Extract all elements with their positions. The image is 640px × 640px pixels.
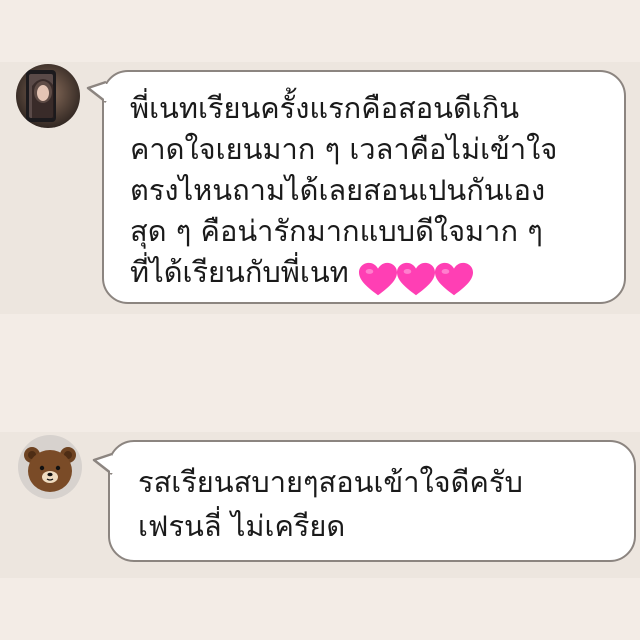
user-photo-icon xyxy=(16,64,80,128)
brown-bear-avatar[interactable] xyxy=(18,435,82,499)
bubble-1-tail xyxy=(86,80,108,103)
message-bubble-2[interactable]: รสเรียนสบายๆสอนเข้าใจดีครับ เฟรนลี่ ไม่เ… xyxy=(108,440,636,562)
brown-bear-icon xyxy=(18,435,82,499)
heart-emoji-group xyxy=(358,258,473,299)
message-text-2: รสเรียนสบายๆสอนเข้าใจดีครับ เฟรนลี่ ไม่เ… xyxy=(138,465,523,543)
user-photo-avatar[interactable] xyxy=(16,64,80,128)
message-bubble-1[interactable]: พี่เนทเรียนครั้งแรกคือสอนดีเกิน คาดใจเยน… xyxy=(102,70,626,304)
pink-heart-icon xyxy=(434,262,473,296)
pink-heart-icon xyxy=(396,262,435,296)
bubble-2-tail xyxy=(92,452,114,475)
message-text-1: พี่เนทเรียนครั้งแรกคือสอนดีเกิน คาดใจเยน… xyxy=(130,88,557,299)
pink-heart-icon xyxy=(358,262,397,296)
